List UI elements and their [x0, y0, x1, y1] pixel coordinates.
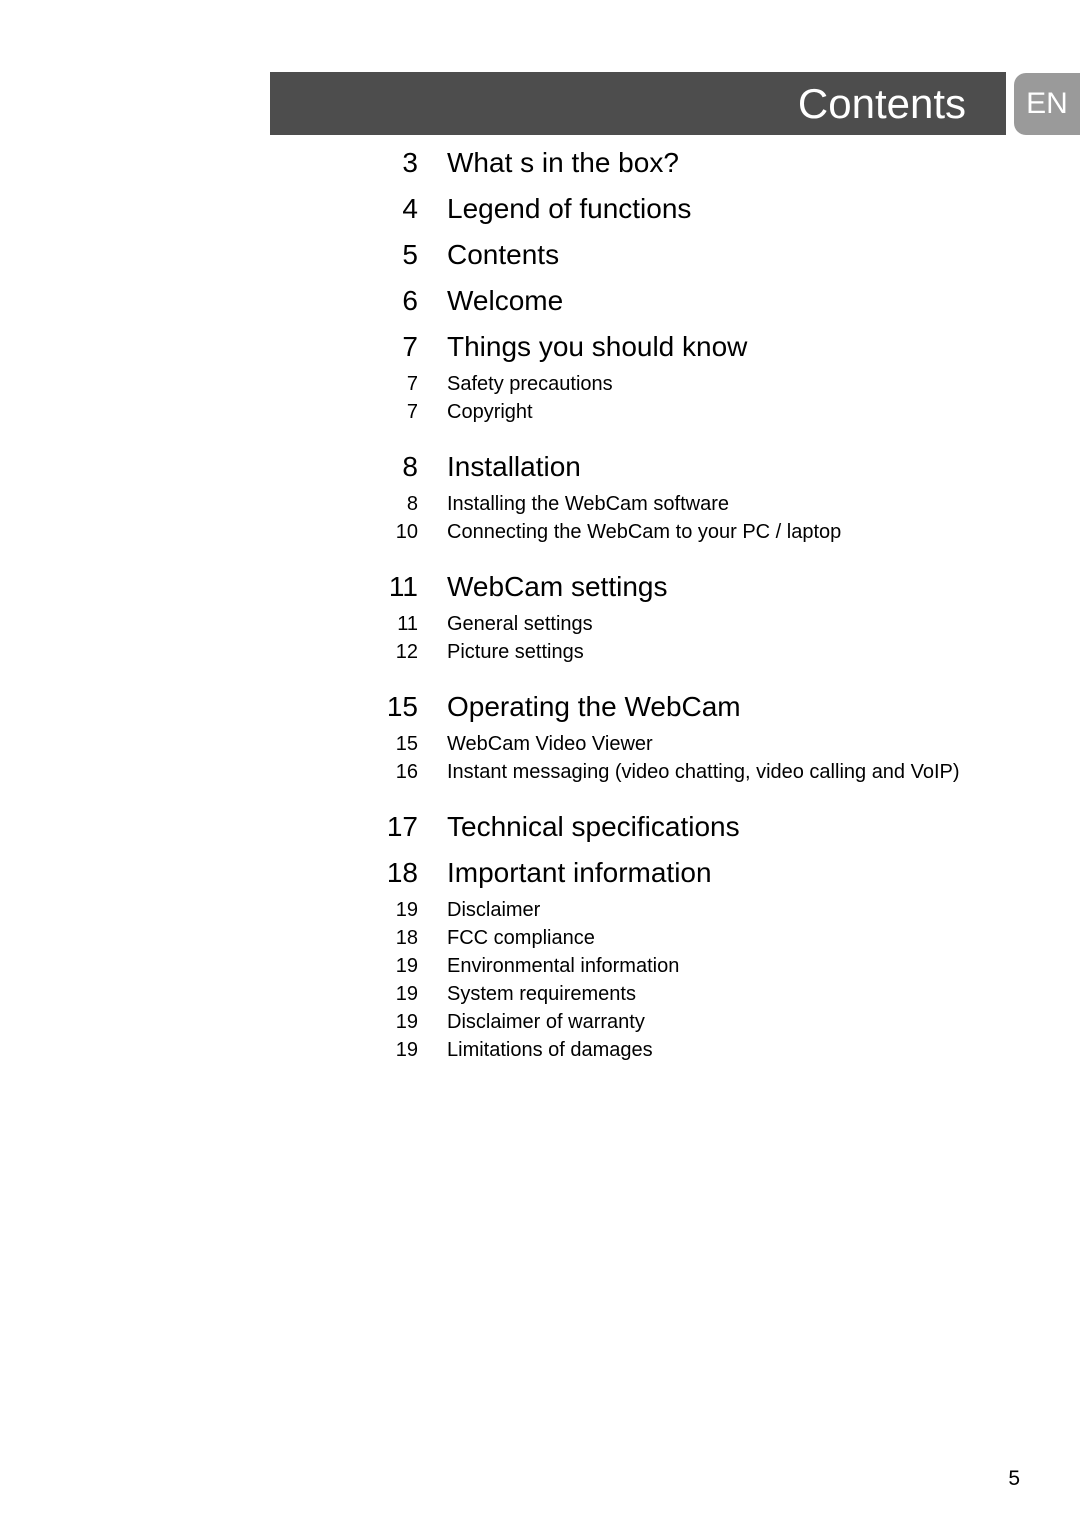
toc-entry[interactable]: 3 What s in the box? [0, 140, 1080, 186]
toc-page-number: 11 [397, 613, 418, 635]
toc-subentry[interactable]: 7 Copyright [0, 398, 1080, 426]
table-of-contents: 3 What s in the box? 4 Legend of functions 5… [0, 140, 1080, 1064]
toc-entry-label: What s in the box? [447, 147, 679, 178]
toc-page-number: 8 [406, 493, 418, 515]
toc-entry-label: Limitations of damages [447, 1039, 653, 1061]
toc-page-number: 19 [395, 955, 418, 977]
toc-entry-label: Disclaimer of warranty [447, 1011, 645, 1033]
toc-entry-label: Environmental information [447, 955, 680, 977]
toc-entry-label: Installation [447, 451, 581, 482]
toc-subentry[interactable]: 10 Connecting the WebCam to your PC / lap… [0, 518, 1080, 546]
toc-page-number: 16 [395, 761, 418, 783]
toc-entry-label: Contents [447, 239, 560, 270]
page-title: Contents [797, 79, 966, 127]
toc-page-number: 11 [388, 571, 418, 602]
toc-page-number: 19 [395, 1039, 418, 1061]
toc-page-number: 7 [406, 373, 418, 395]
toc-subentry[interactable]: 19 Environmental information [0, 952, 1080, 980]
toc-subentry[interactable]: 19 System requirements [0, 980, 1080, 1008]
toc-entry-label: Things you should know [447, 331, 748, 362]
toc-entry-label: Instant messaging (video chatting, video… [447, 761, 960, 783]
toc-entry[interactable]: 17 Technical specifications [0, 804, 1080, 850]
toc-entry-label: General settings [447, 613, 593, 635]
toc-page-number: 10 [395, 521, 418, 543]
toc-subentry[interactable]: 19 Limitations of damages [0, 1036, 1080, 1064]
toc-page-number: 18 [386, 857, 418, 888]
toc-page-number: 7 [406, 401, 418, 423]
toc-entry-label: Disclaimer [447, 899, 541, 921]
toc-page-number: 8 [402, 451, 418, 482]
toc-entry[interactable]: 18 Important information [0, 850, 1080, 896]
toc-entry-label: Installing the WebCam software [447, 493, 729, 515]
toc-entry-label: Technical specifications [447, 811, 740, 842]
toc-subentry[interactable]: 18 FCC compliance [0, 924, 1080, 952]
toc-entry[interactable]: 8 Installation [0, 444, 1080, 490]
toc-subentry[interactable]: 7 Safety precautions [0, 370, 1080, 398]
toc-page-number: 17 [386, 811, 418, 842]
toc-page-number: 6 [402, 285, 418, 316]
toc-entry-label: Connecting the WebCam to your PC / lapto… [447, 521, 842, 543]
toc-page-number: 7 [402, 331, 418, 362]
toc-subentry[interactable]: 19 Disclaimer [0, 896, 1080, 924]
toc-page-number: 5 [402, 239, 418, 270]
toc-page-number: 19 [395, 899, 418, 921]
toc-entry[interactable]: 6 Welcome [0, 278, 1080, 324]
page-header: Contents EN [0, 72, 1080, 135]
toc-subentry[interactable]: 15 WebCam Video Viewer [0, 730, 1080, 758]
toc-page-number: 3 [402, 147, 418, 178]
toc-entry-label: WebCam Video Viewer [447, 733, 653, 755]
toc-entry-label: Welcome [447, 285, 564, 316]
toc-entry-label: Picture settings [447, 641, 584, 663]
toc-entry[interactable]: 5 Contents [0, 232, 1080, 278]
toc-entry-label: Operating the WebCam [447, 691, 741, 722]
toc-subentry[interactable]: 12 Picture settings [0, 638, 1080, 666]
toc-entry-label: WebCam settings [447, 571, 668, 602]
toc-page-number: 12 [395, 641, 418, 663]
toc-entry-label: Safety precautions [447, 373, 613, 395]
toc-page-number: 4 [402, 193, 418, 224]
toc-entry-label: Copyright [447, 401, 533, 423]
toc-subentry[interactable]: 16 Instant messaging (video chatting, vid… [0, 758, 1080, 786]
toc-subentry[interactable]: 11 General settings [0, 610, 1080, 638]
toc-entry[interactable]: 15 Operating the WebCam [0, 684, 1080, 730]
language-tab-en[interactable]: EN [1014, 73, 1080, 135]
page-number: 5 [1008, 1467, 1020, 1490]
toc-entry-label: Important information [447, 857, 712, 888]
toc-page-number: 19 [395, 983, 418, 1005]
toc-entry-label: FCC compliance [447, 927, 595, 949]
toc-entry[interactable]: 7 Things you should know [0, 324, 1080, 370]
toc-entry[interactable]: 4 Legend of functions [0, 186, 1080, 232]
toc-entry[interactable]: 11 WebCam settings [0, 564, 1080, 610]
toc-subentry[interactable]: 19 Disclaimer of warranty [0, 1008, 1080, 1036]
header-bar: Contents [270, 72, 1006, 135]
toc-page-number: 18 [395, 927, 418, 949]
toc-page-number: 19 [395, 1011, 418, 1033]
toc-entry-label: System requirements [447, 983, 636, 1005]
toc-entry-label: Legend of functions [447, 193, 692, 224]
toc-page-number: 15 [395, 733, 418, 755]
toc-subentry[interactable]: 8 Installing the WebCam software [0, 490, 1080, 518]
toc-page-number: 15 [386, 691, 418, 722]
